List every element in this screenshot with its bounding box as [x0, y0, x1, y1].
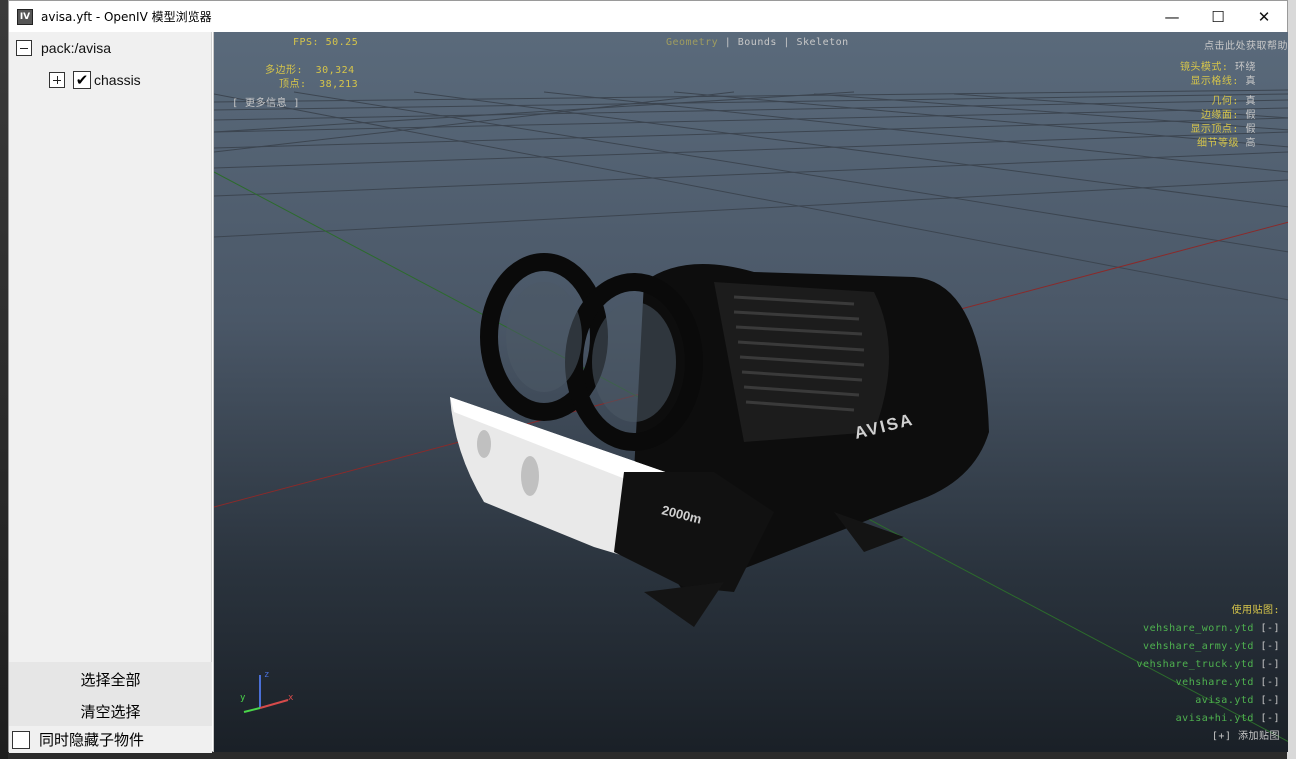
model-tree-panel: pack:/avisa ✔ chassis 选择全部 清空选择 同时隐藏子物件: [9, 32, 212, 753]
window-title: avisa.yft - OpenIV 模型浏览器: [41, 10, 212, 24]
desktop-left-edge: [0, 0, 8, 759]
remove-texture-button[interactable]: [-]: [1260, 659, 1280, 670]
clear-selection-button[interactable]: 清空选择: [9, 696, 212, 726]
tab-bounds[interactable]: Bounds: [738, 37, 777, 48]
setting-show-vertices[interactable]: 显示顶点: 假: [1094, 123, 1256, 137]
axis-y-label: y: [240, 693, 246, 703]
hide-children-label: 同时隐藏子物件: [39, 731, 145, 749]
texture-item: vehshare.ytd [-]: [1175, 677, 1280, 688]
help-link[interactable]: 点击此处获取帮助: [1158, 37, 1288, 52]
texture-item: avisa.ytd [-]: [1195, 695, 1280, 706]
close-button[interactable]: ✕: [1241, 1, 1287, 32]
window-controls: — ☐ ✕: [1149, 1, 1287, 32]
texture-item: vehshare_truck.ytd [-]: [1136, 659, 1280, 670]
more-info-link[interactable]: [ 更多信息 ]: [232, 94, 300, 109]
remove-texture-button[interactable]: [-]: [1260, 695, 1280, 706]
desktop-right-edge: [1287, 0, 1296, 759]
setting-edge-faces[interactable]: 边缘面: 假: [1094, 109, 1256, 123]
collapse-icon[interactable]: [16, 40, 32, 56]
remove-texture-button[interactable]: [-]: [1260, 641, 1280, 652]
tree-item-chassis[interactable]: ✔ chassis: [49, 71, 141, 89]
setting-lod[interactable]: 细节等级 高: [1094, 137, 1256, 151]
openiv-model-viewer-window: IV avisa.yft - OpenIV 模型浏览器 — ☐ ✕ pack:/…: [8, 0, 1288, 753]
tab-skeleton[interactable]: Skeleton: [796, 37, 848, 48]
hide-children-checkbox[interactable]: [12, 730, 30, 749]
remove-texture-button[interactable]: [-]: [1260, 713, 1280, 724]
axis-x-label: x: [288, 693, 294, 703]
fps-label: FPS:: [293, 37, 320, 48]
openiv-app-icon: IV: [17, 8, 33, 25]
remove-texture-button[interactable]: [-]: [1260, 677, 1280, 688]
3d-viewport[interactable]: AVISA 2000m z x y FPS: 50.25 Geometry | …: [213, 32, 1288, 752]
render-mode-tabs: Geometry | Bounds | Skeleton: [666, 37, 849, 48]
polygon-count: 多边形: 30,324: [265, 61, 355, 76]
minimize-button[interactable]: —: [1149, 1, 1195, 32]
vertex-count-label: 顶点:: [279, 79, 307, 90]
select-all-button[interactable]: 选择全部: [9, 664, 212, 694]
texture-item: vehshare_army.ytd [-]: [1143, 641, 1280, 652]
setting-show-grid[interactable]: 显示格线: 真: [1094, 75, 1256, 89]
texture-item: vehshare_worn.ytd [-]: [1143, 623, 1280, 634]
tree-item-root-label: pack:/avisa: [41, 40, 112, 56]
add-texture-button[interactable]: [+] 添加贴图: [1080, 728, 1280, 746]
vertex-count: 顶点: 38,213: [279, 75, 358, 90]
view-settings-panel: 镜头模式: 环绕 显示格线: 真 几何: 真 边缘面: 假 显示顶点: 假 细节…: [1094, 61, 1256, 151]
tab-separator: |: [783, 37, 790, 48]
maximize-button[interactable]: ☐: [1195, 1, 1241, 32]
hovercraft-model: [450, 253, 989, 627]
tree-item-root[interactable]: pack:/avisa: [16, 40, 111, 56]
tab-geometry[interactable]: Geometry: [666, 37, 718, 48]
texture-item: avisa+hi.ytd [-]: [1175, 713, 1280, 724]
fps-readout: FPS: 50.25: [293, 37, 358, 48]
textures-panel: 使用贴图: vehshare_worn.ytd [-] vehshare_arm…: [1080, 602, 1280, 746]
axis-gizmo: z x y: [240, 670, 294, 713]
setting-geometry[interactable]: 几何: 真: [1094, 95, 1256, 109]
tab-separator: |: [724, 37, 732, 48]
title-bar[interactable]: IV avisa.yft - OpenIV 模型浏览器 — ☐ ✕: [9, 1, 1287, 32]
vertex-count-value: 38,213: [319, 79, 359, 90]
tree-item-chassis-label: chassis: [94, 72, 141, 88]
fps-value: 50.25: [325, 37, 359, 48]
hide-children-option[interactable]: 同时隐藏子物件: [9, 726, 212, 753]
textures-header: 使用贴图:: [1231, 605, 1280, 616]
expand-icon[interactable]: [49, 72, 65, 88]
remove-texture-button[interactable]: [-]: [1260, 623, 1280, 634]
chassis-checkbox[interactable]: ✔: [73, 71, 91, 89]
axis-z-label: z: [264, 670, 269, 680]
setting-camera-mode[interactable]: 镜头模式: 环绕: [1094, 61, 1256, 75]
